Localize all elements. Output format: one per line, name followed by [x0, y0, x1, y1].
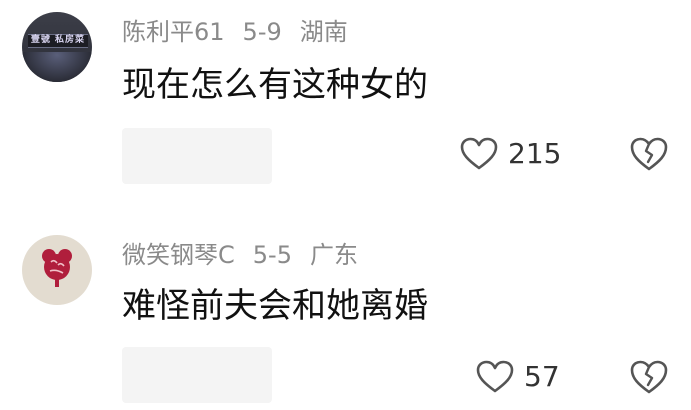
avatar[interactable]: [22, 235, 92, 305]
avatar-sign: 壹號 私房菜: [28, 34, 88, 48]
username[interactable]: 陈利平61: [122, 18, 225, 46]
comment-meta: 陈利平61 5-9 湖南: [122, 17, 348, 47]
comment-date: 5-5: [252, 241, 292, 269]
dislike-button[interactable]: [629, 357, 669, 397]
avatar[interactable]: 壹號 私房菜: [22, 12, 92, 82]
comment-item: 壹號 私房菜 陈利平61 5-9 湖南 现在怎么有这种女的 215: [0, 0, 691, 205]
heart-outline-icon: [460, 137, 498, 170]
comment-text[interactable]: 现在怎么有这种女的: [122, 64, 428, 106]
comment-item: 微笑钢琴C 5-5 广东 难怪前夫会和她离婚 57: [0, 205, 691, 410]
comment-location: 湖南: [299, 18, 348, 46]
like-button[interactable]: 57: [476, 357, 560, 397]
comment-text[interactable]: 难怪前夫会和她离婚: [122, 285, 428, 327]
comment-date: 5-9: [242, 18, 282, 46]
broken-heart-icon: [630, 360, 668, 394]
dislike-button[interactable]: [629, 134, 669, 174]
blurred-reply-area: [122, 347, 272, 403]
comment-meta: 微笑钢琴C 5-5 广东: [122, 240, 358, 270]
heart-outline-icon: [476, 360, 514, 393]
username[interactable]: 微笑钢琴C: [122, 241, 235, 269]
flower-avatar-icon: [42, 249, 72, 287]
broken-heart-icon: [630, 137, 668, 171]
avatar-sign-text: 壹號 私房菜: [30, 35, 86, 45]
comment-location: 广东: [309, 241, 358, 269]
like-count: 57: [524, 360, 560, 393]
avatar-background: [22, 52, 92, 82]
like-button[interactable]: 215: [460, 134, 561, 174]
like-count: 215: [508, 137, 562, 170]
blurred-reply-area: [122, 128, 272, 184]
